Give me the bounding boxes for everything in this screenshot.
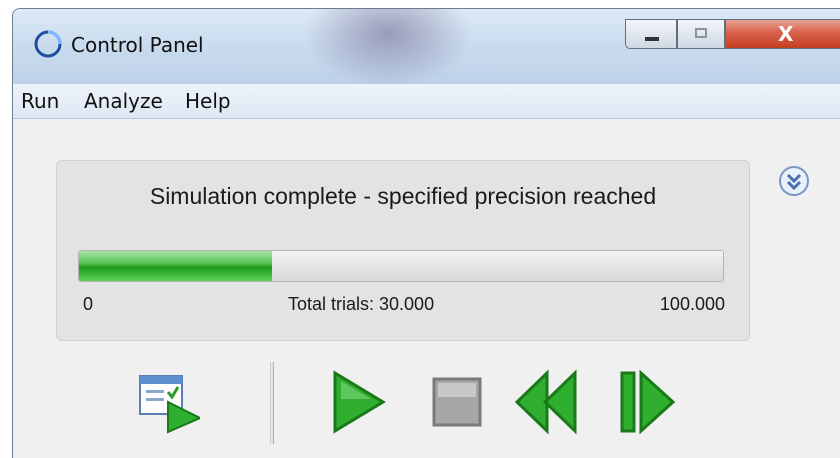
- maximize-button[interactable]: [677, 19, 725, 49]
- menu-help[interactable]: Help: [185, 89, 231, 113]
- status-panel: Simulation complete - specified precisio…: [56, 160, 750, 341]
- toolbar-separator: [270, 362, 274, 444]
- run-report-button[interactable]: [138, 370, 200, 434]
- menu-analyze[interactable]: Analyze: [84, 89, 163, 113]
- title-bar-glass-reflection: [303, 9, 473, 89]
- client-area: Simulation complete - specified precisio…: [13, 119, 840, 458]
- stop-button[interactable]: [431, 376, 483, 428]
- progress-min-label: 0: [83, 294, 94, 314]
- progress-bar-fill: [79, 251, 273, 281]
- progress-trials-label: Total trials: 30.000: [288, 294, 435, 314]
- app-swirl-icon: [34, 30, 62, 58]
- maximize-icon: [695, 28, 707, 38]
- menu-run[interactable]: Run: [21, 89, 59, 113]
- step-button[interactable]: [619, 369, 677, 435]
- title-bar[interactable]: Control Panel X: [13, 9, 840, 89]
- status-message: Simulation complete - specified precisio…: [149, 183, 657, 209]
- minimize-button[interactable]: [625, 19, 677, 49]
- close-button[interactable]: X: [725, 19, 840, 49]
- progress-max-label: 100.000: [659, 294, 725, 314]
- control-panel-window: Control Panel X Run Analyze Help Simulat…: [12, 8, 840, 458]
- minimize-icon: [645, 37, 659, 41]
- play-button[interactable]: [331, 369, 387, 435]
- desktop-background: Control Panel X Run Analyze Help Simulat…: [0, 0, 840, 458]
- close-icon: X: [778, 22, 794, 46]
- progress-bar: [78, 250, 724, 282]
- window-title: Control Panel: [71, 33, 204, 57]
- reset-button[interactable]: [513, 369, 579, 435]
- menu-bar: Run Analyze Help: [13, 84, 840, 119]
- expand-chevron-icon[interactable]: [778, 165, 810, 197]
